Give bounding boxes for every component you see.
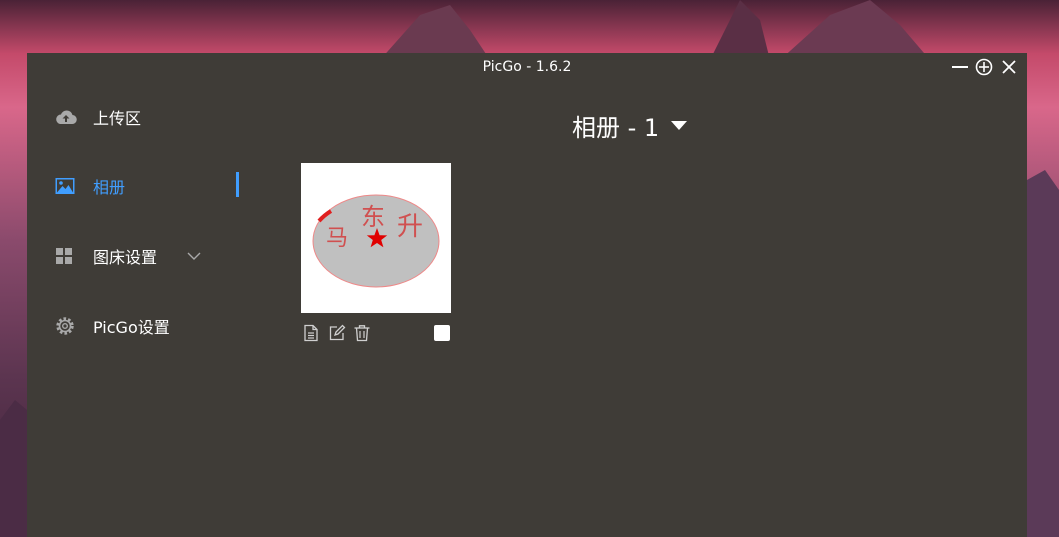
cloud-upload-icon	[55, 107, 77, 127]
chevron-down-icon[interactable]	[187, 251, 201, 261]
select-image-checkbox[interactable]	[434, 325, 450, 341]
maximize-icon[interactable]	[975, 58, 993, 76]
sidebar-item-pic-bed-settings[interactable]: 图床设置	[55, 244, 201, 268]
active-indicator	[236, 172, 239, 197]
gear-icon	[55, 316, 77, 336]
stamp-char: 东	[361, 203, 385, 231]
caret-down-icon	[671, 120, 688, 130]
album-title-dropdown[interactable]: 相册 - 1	[572, 108, 688, 143]
window-title: PicGo - 1.6.2	[482, 59, 572, 75]
sidebar-item-label: 相册	[93, 178, 126, 197]
sidebar-item-picgo-settings[interactable]: PicGo设置	[55, 314, 170, 338]
sidebar-item-upload[interactable]: 上传区	[55, 105, 141, 129]
grid-icon	[55, 246, 77, 266]
image-thumbnail[interactable]: 马 东 升	[301, 163, 451, 313]
sidebar-item-gallery[interactable]: 相册	[55, 174, 125, 198]
stamp-char: 升	[397, 212, 423, 242]
title-bar[interactable]: PicGo - 1.6.2	[27, 53, 1027, 81]
close-icon[interactable]	[1000, 58, 1018, 76]
sidebar-item-label: 图床设置	[93, 248, 158, 267]
stamp-image: 马 东 升	[312, 194, 440, 288]
minimize-icon[interactable]	[951, 58, 969, 76]
copy-link-icon[interactable]	[302, 324, 320, 342]
edit-icon[interactable]	[328, 324, 346, 342]
stamp-char: 马	[326, 226, 348, 251]
page-title: 相册 - 1	[572, 114, 660, 142]
delete-icon[interactable]	[353, 324, 371, 342]
sidebar-item-label: PicGo设置	[93, 318, 170, 337]
sidebar-item-label: 上传区	[93, 109, 142, 128]
picgo-window: PicGo - 1.6.2 上传区 相册 图床设置 PicGo设置 相册 - 1…	[27, 53, 1027, 537]
image-icon	[55, 176, 77, 196]
